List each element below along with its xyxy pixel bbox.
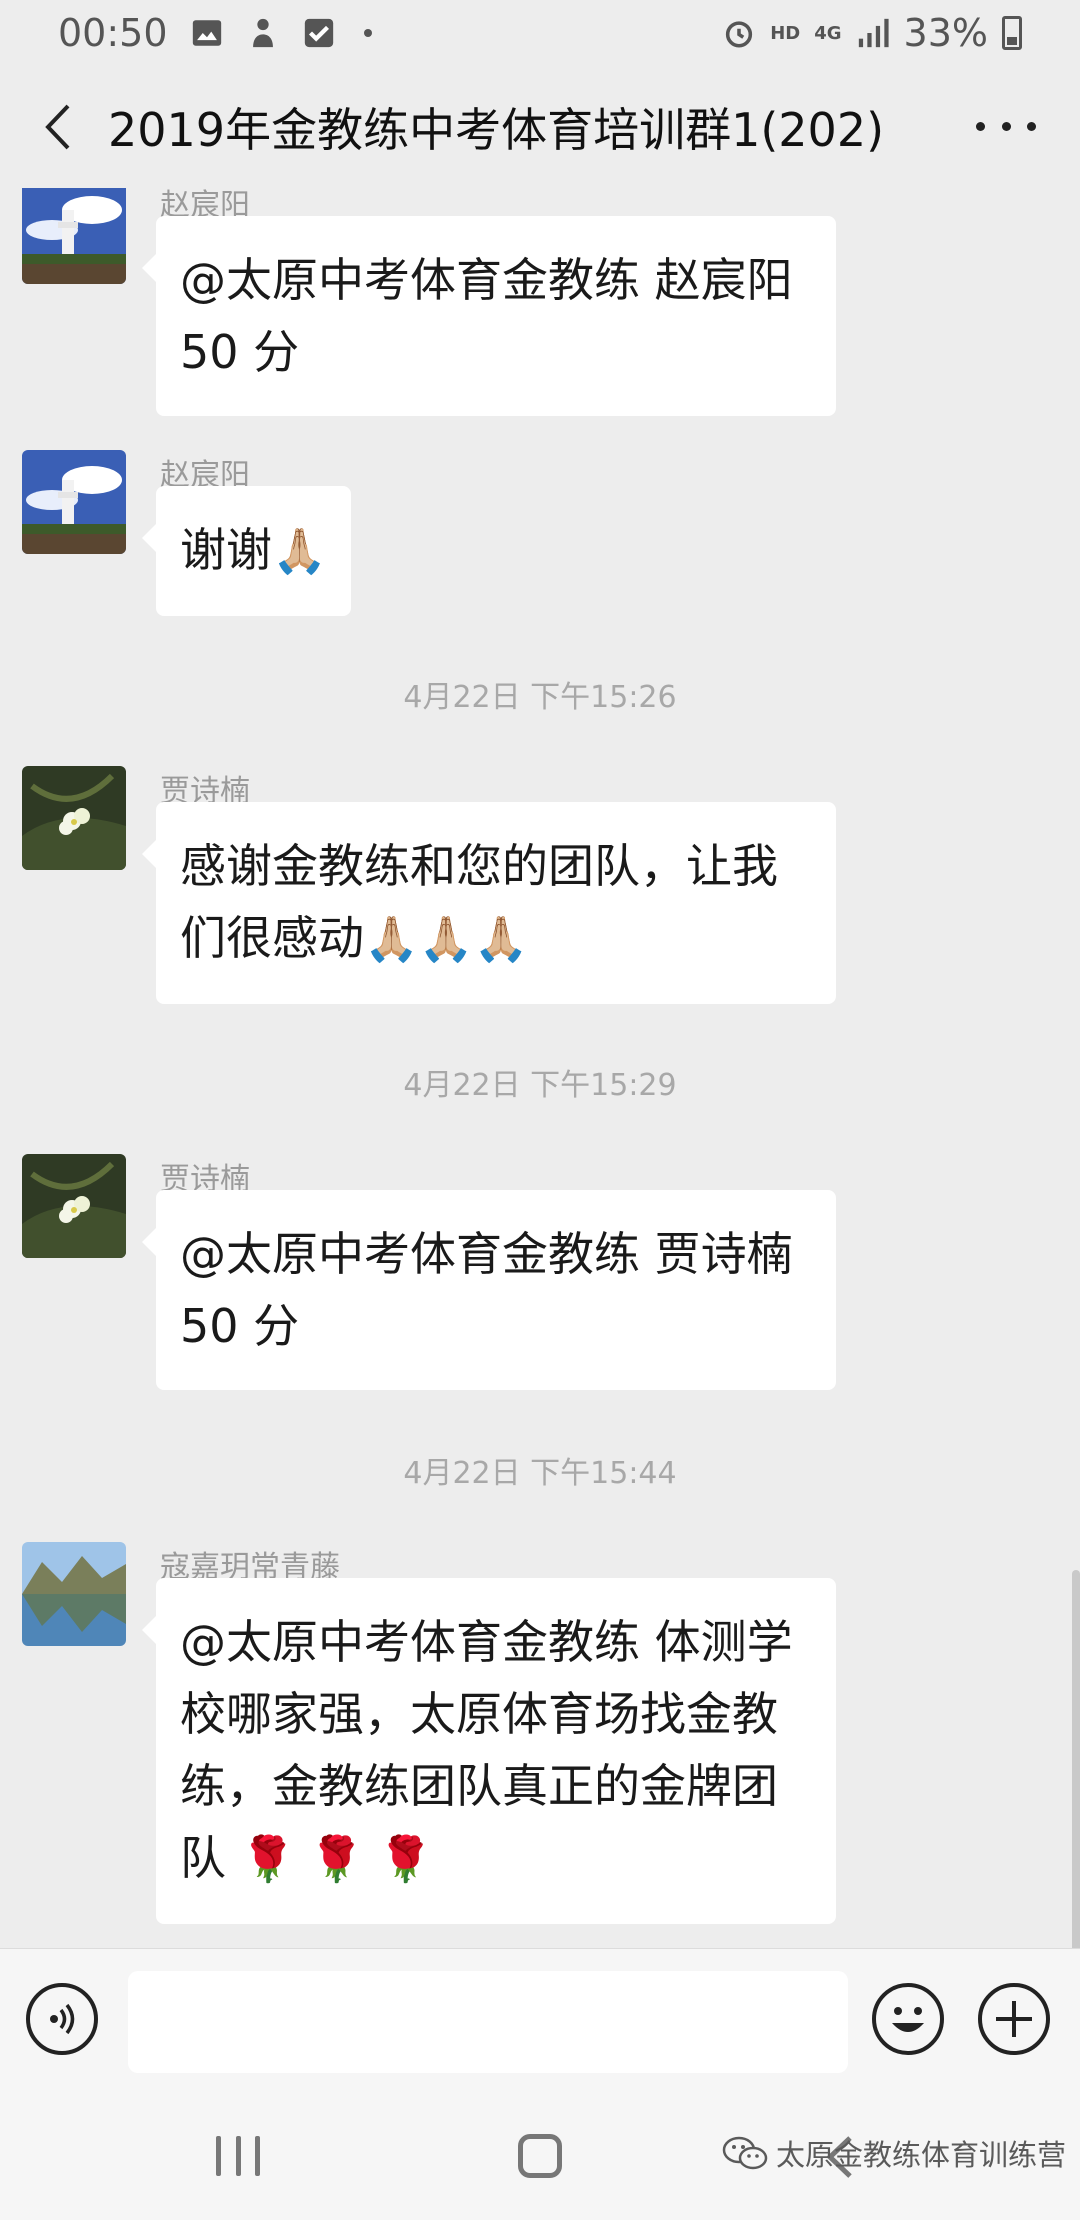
more-icon [976, 121, 985, 131]
message-line: @太原中考体育金教练 赵宸阳 [180, 253, 793, 307]
status-time: 00:50 [58, 11, 168, 55]
praying-hands-emoji: 🙏🏼🙏🏼🙏🏼 [364, 914, 529, 965]
hd-label: HD [770, 22, 801, 44]
chat-title: 2019年金教练中考体育培训群1(202) [108, 103, 885, 157]
system-nav-bar: 太原金教练体育训练营 [0, 2094, 1080, 2220]
plus-icon [996, 2001, 1032, 2037]
voice-button[interactable] [26, 1983, 98, 2055]
emoji-icon [892, 2007, 924, 2032]
gallery-icon [192, 20, 221, 46]
avatar[interactable] [22, 766, 126, 870]
message-bubble[interactable]: @太原中考体育金教练 贾诗楠 50 分 [142, 1190, 836, 1390]
watermark: 太原金教练体育训练营 [722, 2132, 1066, 2174]
message-line: 队 [180, 1831, 226, 1885]
voice-icon [50, 2003, 75, 2035]
checkbox-icon [304, 18, 333, 48]
avatar-pagoda-image [22, 188, 126, 284]
avatar-flower-image [22, 1154, 126, 1258]
message-bubble[interactable]: @太原中考体育金教练 体测学 校哪家强，太原体育场找金教 练，金教练团队真正的金… [142, 1578, 836, 1924]
avatar-pagoda-image [22, 450, 126, 554]
battery-percent: 33% [903, 11, 988, 55]
message-line: 50 分 [180, 325, 300, 379]
watermark-text: 太原金教练体育训练营 [776, 2138, 1067, 2172]
message-bubble[interactable]: @太原中考体育金教练 赵宸阳 50 分 [142, 216, 836, 416]
chat-area[interactable]: 赵宸阳 @太原中考体育金教练 赵宸阳 50 分 赵宸阳 谢谢🙏🏼 4月22日 下… [0, 188, 1080, 1948]
timestamp: 4月22日 下午15:26 [403, 680, 677, 715]
message-line: 练，金教练团队真正的金牌团 [180, 1759, 778, 1813]
message-bubble[interactable]: 感谢金教练和您的团队，让我 们很感动🙏🏼🙏🏼🙏🏼 [142, 802, 836, 1004]
message-line: @太原中考体育金教练 贾诗楠 [180, 1227, 793, 1281]
message-line: 谢谢 [180, 523, 272, 577]
avatar[interactable] [22, 1154, 126, 1258]
message-line: @太原中考体育金教练 体测学 [180, 1615, 793, 1669]
timestamp: 4月22日 下午15:44 [403, 1456, 677, 1491]
back-button[interactable] [28, 97, 88, 157]
battery-icon [1002, 16, 1022, 50]
chat-scrollbar[interactable] [1072, 1570, 1080, 1960]
emoji-button[interactable] [872, 1983, 944, 2055]
signal-icon [858, 18, 889, 48]
wechat-logo-icon [722, 2136, 768, 2170]
timestamp: 4月22日 下午15:29 [403, 1068, 677, 1103]
message-line: 校哪家强，太原体育场找金教 [180, 1687, 778, 1741]
message-input[interactable] [128, 1971, 848, 2073]
message-line: 们很感动 [180, 911, 364, 965]
avatar-lake-image [22, 1542, 126, 1646]
message-bubble[interactable]: 谢谢🙏🏼 [142, 486, 351, 616]
notification-dot [363, 29, 372, 37]
signal-label: 4G [814, 22, 842, 44]
avatar[interactable] [22, 1542, 126, 1646]
recent-apps-button[interactable] [216, 2136, 260, 2176]
praying-hands-emoji: 🙏🏼 [272, 526, 327, 577]
chat-header: 2019年金教练中考体育培训群1(202) [0, 66, 1080, 188]
avatar[interactable] [22, 188, 126, 284]
message-line: 感谢金教练和您的团队，让我 [180, 839, 778, 893]
home-button[interactable] [518, 2134, 562, 2178]
message-line: 50 分 [180, 1299, 300, 1353]
person-icon [252, 18, 273, 48]
input-bar [0, 1948, 1080, 2094]
status-bar: 00:50 HD 4G 33% [0, 0, 1080, 66]
avatar[interactable] [22, 450, 126, 554]
avatar-flower-image [22, 766, 126, 870]
more-button[interactable] [976, 106, 1036, 146]
rose-emoji: 🌹 🌹 🌹 [240, 1834, 433, 1885]
alarm-icon [726, 21, 753, 48]
recent-apps-icon [216, 2136, 221, 2176]
more-functions-button[interactable] [978, 1983, 1050, 2055]
back-icon [45, 104, 70, 150]
